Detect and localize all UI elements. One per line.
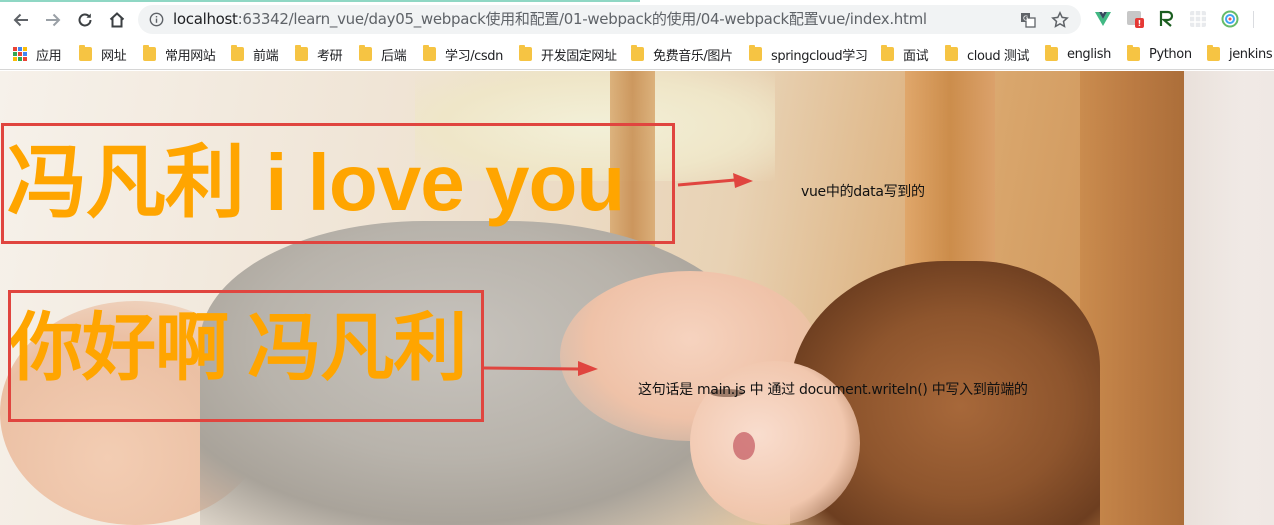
svg-text:G: G — [1023, 15, 1028, 23]
bookmark-folder[interactable]: english — [1045, 45, 1111, 63]
folder-icon — [231, 45, 244, 61]
folder-icon — [143, 45, 156, 61]
bookmark-folder[interactable]: 常用网站 — [143, 45, 216, 64]
home-icon[interactable] — [106, 9, 128, 31]
bookmark-folder[interactable]: 面试 — [881, 45, 929, 64]
page-content: 冯凡利 i love you vue中的data写到的 你好啊 冯凡利 这句话是… — [0, 71, 1274, 525]
browser-toolbar: localhost:63342/learn_vue/day05_webpack使… — [0, 0, 1274, 38]
main-js-annotation: 这句话是 main.js 中 通过 document.writeln() 中写入… — [638, 382, 1028, 398]
folder-icon — [423, 45, 436, 61]
ext-circle-icon[interactable] — [1221, 10, 1239, 28]
bookmark-label: jenkins — [1229, 46, 1273, 62]
folder-icon — [749, 45, 762, 61]
apps-grid-icon — [13, 47, 27, 61]
folder-icon — [1045, 45, 1058, 61]
bookmark-apps[interactable]: 应用 — [13, 45, 62, 64]
annotation-arrow — [677, 173, 753, 188]
bookmark-label: 考研 — [317, 48, 343, 64]
bookmark-folder[interactable]: springcloud学习 — [749, 45, 868, 64]
reload-icon[interactable] — [74, 9, 96, 31]
annotation-box — [1, 123, 675, 244]
tab-indicator — [0, 0, 640, 2]
bookmark-label: english — [1067, 46, 1111, 62]
bookmark-star-icon[interactable] — [1051, 11, 1069, 29]
right-blank-area — [1184, 71, 1274, 525]
url-host: localhost — [173, 10, 238, 28]
bookmark-folder[interactable]: 前端 — [231, 45, 279, 64]
bookmark-label: 开发固定网址 — [541, 48, 617, 64]
bookmark-label: 后端 — [381, 48, 407, 64]
bookmark-folder[interactable]: Python — [1127, 45, 1192, 63]
annotation-arrow — [484, 361, 598, 376]
folder-icon — [945, 45, 958, 61]
bookmark-label: 网址 — [101, 48, 127, 64]
ext-badge-icon[interactable]: ! — [1126, 10, 1144, 28]
folder-icon — [79, 45, 92, 61]
bookmark-folder[interactable]: cloud 测试 — [945, 45, 1030, 64]
bookmark-label: 学习/csdn — [445, 48, 503, 64]
bookmark-label: 常用网站 — [165, 48, 216, 64]
bookmark-folder[interactable]: 后端 — [359, 45, 407, 64]
folder-icon — [359, 45, 372, 61]
annotation-box — [8, 290, 484, 422]
ext-grid-icon[interactable] — [1189, 10, 1207, 28]
folder-icon — [1207, 45, 1220, 61]
vue-data-annotation: vue中的data写到的 — [801, 184, 925, 200]
bookmark-folder[interactable]: 免费音乐/图片 — [631, 45, 733, 64]
svg-text:!: ! — [1138, 19, 1142, 28]
url-text[interactable]: localhost:63342/learn_vue/day05_webpack使… — [173, 11, 927, 28]
folder-icon — [881, 45, 894, 61]
bookmark-label: Python — [1149, 46, 1192, 62]
folder-icon — [1127, 45, 1140, 61]
address-bar[interactable]: localhost:63342/learn_vue/day05_webpack使… — [138, 5, 1081, 34]
translate-icon[interactable]: G — [1020, 12, 1036, 28]
bookmark-folder[interactable]: 网址 — [79, 45, 127, 64]
folder-icon — [519, 45, 532, 61]
bookmark-folder[interactable]: 开发固定网址 — [519, 45, 617, 64]
folder-icon — [295, 45, 308, 61]
bookmark-folder[interactable]: jenkins — [1207, 45, 1273, 63]
bookmarks-bar: 应用 网址 常用网站 前端 考研 后端 学习/csdn 开发固定网址 免费音乐/… — [0, 38, 1274, 70]
vue-devtools-icon[interactable] — [1094, 10, 1112, 28]
info-icon[interactable] — [149, 12, 164, 27]
bookmark-label: cloud 测试 — [967, 48, 1030, 64]
bookmark-label: 面试 — [903, 48, 929, 64]
bookmark-label: 前端 — [253, 48, 279, 64]
bookmark-folder[interactable]: 考研 — [295, 45, 343, 64]
folder-icon — [631, 45, 644, 61]
bookmark-folder[interactable]: 学习/csdn — [423, 45, 503, 64]
url-path: :63342/learn_vue/day05_webpack使用和配置/01-w… — [237, 10, 927, 28]
right-shade — [1184, 71, 1244, 525]
bookmark-label: springcloud学习 — [771, 48, 868, 64]
toolbar-divider — [1253, 11, 1254, 28]
bookmark-label: 应用 — [36, 48, 62, 64]
bookmark-label: 免费音乐/图片 — [653, 48, 733, 64]
photo-lips — [733, 432, 755, 460]
back-icon[interactable] — [10, 9, 32, 31]
forward-icon[interactable] — [42, 9, 64, 31]
ext-r-icon[interactable] — [1158, 10, 1176, 28]
